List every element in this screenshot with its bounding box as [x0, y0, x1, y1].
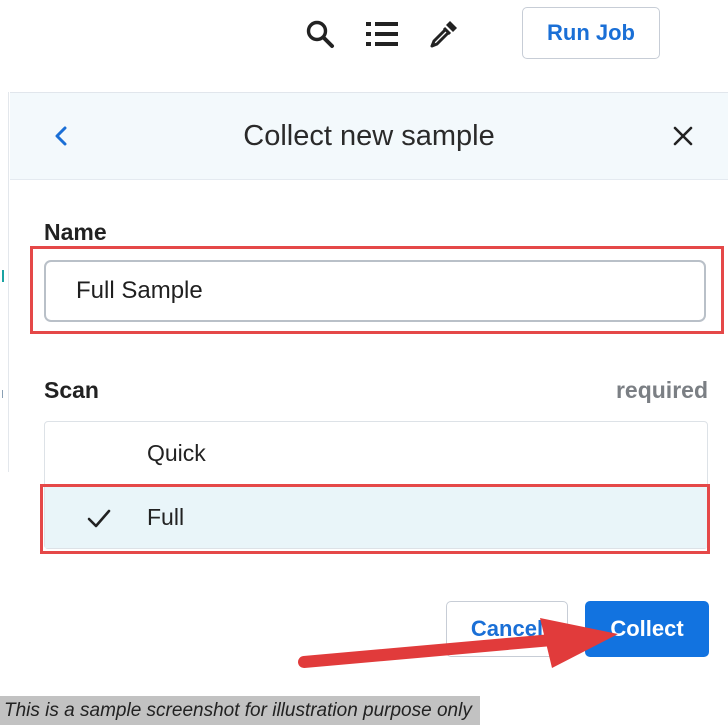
checkmark-icon — [87, 509, 111, 528]
scan-label: Scan — [44, 377, 99, 403]
close-icon — [673, 126, 693, 146]
cancel-button[interactable]: Cancel — [446, 601, 568, 657]
illustration-caption: This is a sample screenshot for illustra… — [0, 696, 480, 725]
scan-option-list: Quick Full — [44, 421, 708, 549]
name-label: Name — [44, 219, 107, 245]
dialog-title: Collect new sample — [243, 120, 495, 152]
scan-option-quick[interactable]: Quick — [45, 422, 707, 484]
top-toolbar: Run Job — [0, 0, 728, 70]
dialog-header: Collect new sample — [10, 93, 728, 180]
list-icon[interactable] — [362, 14, 402, 54]
required-indicator: required — [615, 377, 708, 403]
scan-option-label: Full — [147, 503, 185, 530]
eyedropper-icon[interactable] — [424, 14, 464, 54]
edge-marker — [2, 270, 4, 282]
collect-sample-dialog: Collect new sample Name Scan required Qu… — [10, 92, 728, 657]
name-input[interactable] — [44, 260, 706, 322]
collect-button[interactable]: Collect — [585, 601, 709, 657]
scan-option-label: Quick — [147, 439, 206, 466]
left-panel-edge — [0, 92, 9, 472]
edge-marker — [2, 390, 3, 398]
close-button[interactable] — [664, 117, 702, 155]
search-icon[interactable] — [300, 14, 340, 54]
run-job-button[interactable]: Run Job — [522, 7, 660, 59]
scan-option-full[interactable]: Full — [45, 486, 707, 548]
